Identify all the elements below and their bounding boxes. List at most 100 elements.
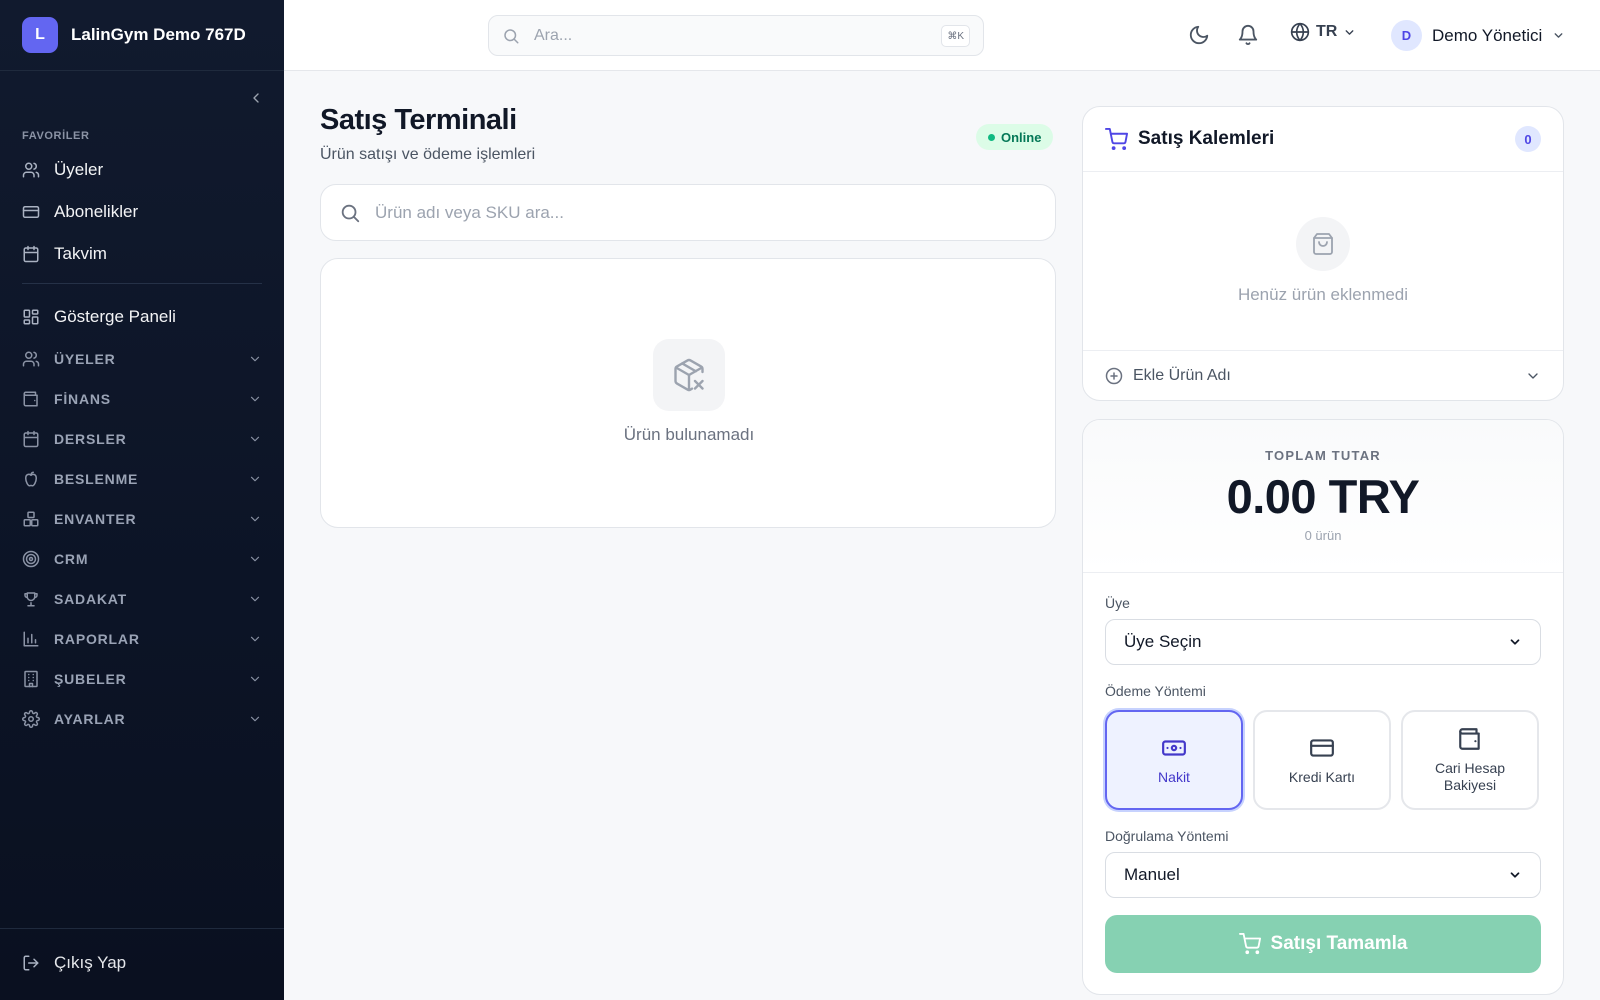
member-select-value: Üye Seçin: [1124, 632, 1202, 651]
global-search-input[interactable]: [534, 26, 924, 45]
sidebar-section-reports[interactable]: RAPORLAR: [22, 625, 262, 653]
wallet-icon: [23, 391, 38, 407]
sidebar-item-label: Abonelikler: [54, 202, 139, 221]
payment-card-button[interactable]: Kredi Kartı: [1253, 710, 1391, 810]
status-badge: Online: [976, 124, 1054, 150]
chevron-down-icon: [250, 556, 260, 562]
sidebar-section-finance[interactable]: FİNANS: [22, 385, 262, 413]
total-summary: TOPLAM TUTAR 0.00 TRY 0 ürün: [1083, 420, 1563, 573]
user-name: Demo Yönetici: [1432, 25, 1543, 45]
product-grid: Ürün bulunamadı: [320, 258, 1056, 528]
building-icon: [24, 670, 38, 688]
cart-count-badge: 0: [1515, 126, 1541, 152]
credit-card-icon: [1310, 738, 1334, 757]
sidebar-item-subscriptions[interactable]: Abonelikler: [22, 197, 262, 227]
add-custom-item-toggle[interactable]: Ekle Ürün Adı: [1083, 350, 1563, 400]
chevron-down-icon: [250, 516, 260, 522]
moon-icon: [1189, 25, 1209, 45]
sidebar-section-crm[interactable]: CRM: [22, 545, 262, 573]
sidebar-section-label: BESLENME: [54, 471, 139, 487]
users-icon: [22, 351, 40, 367]
cart-panel: Satış Kalemleri 0 Henüz ürün eklenmedi E…: [1082, 106, 1564, 401]
sidebar-section-loyalty[interactable]: SADAKAT: [22, 585, 262, 613]
add-custom-item-label: Ekle Ürün Adı: [1133, 366, 1231, 384]
chevron-down-icon: [1510, 639, 1520, 645]
sidebar-item-label: Üyeler: [54, 160, 104, 179]
logout-label: Çıkış Yap: [54, 953, 127, 972]
payment-method-label-text: Nakit: [1158, 768, 1190, 785]
shopping-cart-icon: [1238, 933, 1261, 955]
sidebar-section-settings[interactable]: AYARLAR: [22, 705, 262, 733]
chevron-down-icon: [1345, 29, 1354, 35]
gear-icon: [22, 710, 40, 728]
payment-method-label-text: Cari Hesap Bakiyesi: [1434, 760, 1506, 793]
cart-empty-illustration: [1296, 217, 1350, 271]
complete-sale-label: Satışı Tamamla: [1270, 933, 1408, 954]
notifications-button[interactable]: [1237, 24, 1259, 46]
brand[interactable]: L LalinGym Demo 767D: [0, 0, 284, 71]
total-item-count: 0 ürün: [1304, 528, 1342, 543]
complete-sale-button[interactable]: Satışı Tamamla: [1105, 915, 1541, 973]
chevron-down-icon: [250, 436, 260, 442]
sidebar-section-label: RAPORLAR: [54, 631, 140, 647]
sidebar: L LalinGym Demo 767D FAVORİLER Üyeler Ab…: [0, 0, 284, 1000]
package-x-icon: [674, 358, 704, 392]
global-search[interactable]: ⌘K: [488, 15, 984, 56]
member-select[interactable]: Üye Seçin: [1105, 619, 1541, 665]
payment-cash-button[interactable]: Nakit: [1105, 710, 1243, 810]
sidebar-section-label: DERSLER: [54, 431, 127, 447]
sidebar-section-label: ENVANTER: [54, 511, 137, 527]
sidebar-divider: [22, 283, 262, 284]
chevron-down-icon: [250, 716, 260, 722]
brand-name: LalinGym Demo 767D: [71, 25, 246, 44]
sidebar-section-members[interactable]: ÜYELER: [22, 345, 262, 373]
user-menu[interactable]: D Demo Yönetici: [1391, 20, 1565, 51]
sidebar-section-label: SADAKAT: [54, 591, 128, 607]
globe-icon: [1290, 22, 1310, 42]
sidebar-section-label: CRM: [54, 551, 89, 567]
total-amount: 0.00 TRY: [1226, 470, 1420, 523]
collapse-sidebar-button[interactable]: [244, 86, 268, 110]
shopping-bag-icon: [1313, 233, 1333, 255]
brand-logo: L: [22, 17, 58, 53]
logout-button[interactable]: Çıkış Yap: [22, 953, 126, 973]
sidebar-section-label: FİNANS: [54, 391, 111, 407]
cart-empty-text: Henüz ürün eklenmedi: [1237, 285, 1409, 304]
sidebar-item-members[interactable]: Üyeler: [22, 155, 262, 185]
theme-toggle-button[interactable]: [1188, 24, 1210, 46]
calendar-icon: [23, 430, 39, 448]
search-icon: [504, 28, 519, 43]
logout-icon: [23, 955, 39, 971]
chevron-down-icon: [1528, 372, 1538, 379]
chevron-down-icon: [250, 636, 260, 642]
sidebar-item-calendar[interactable]: Takvim: [22, 239, 262, 269]
payment-method-label: Ödeme Yöntemi: [1105, 683, 1206, 699]
product-search[interactable]: [320, 184, 1056, 241]
calendar-icon: [23, 245, 39, 263]
sidebar-section-nutrition[interactable]: BESLENME: [22, 465, 262, 493]
dashboard-grid-icon: [23, 309, 39, 325]
cart-title: Satış Kalemleri: [1138, 128, 1275, 149]
chevron-down-icon: [250, 676, 260, 682]
payment-account-balance-button[interactable]: Cari Hesap Bakiyesi: [1401, 710, 1539, 810]
sidebar-section-classes[interactable]: DERSLER: [22, 425, 262, 453]
apple-icon: [25, 471, 37, 487]
status-dot: [988, 133, 995, 141]
credit-card-icon: [22, 206, 40, 218]
verification-method-label: Doğrulama Yöntemi: [1105, 828, 1229, 844]
verification-method-select[interactable]: Manuel: [1105, 852, 1541, 898]
sidebar-item-dashboard[interactable]: Gösterge Paneli: [22, 302, 262, 332]
total-label: TOPLAM TUTAR: [1265, 448, 1381, 463]
sidebar-section-label: AYARLAR: [54, 711, 126, 727]
product-search-input[interactable]: [375, 202, 1015, 223]
wallet-icon: [1459, 728, 1480, 750]
payment-method-label-text: Kredi Kartı: [1288, 768, 1356, 785]
avatar: D: [1391, 20, 1422, 51]
sidebar-section-branches[interactable]: ŞUBELER: [22, 665, 262, 693]
checkout-panel: TOPLAM TUTAR 0.00 TRY 0 ürün Üye Üye Seç…: [1082, 419, 1564, 995]
bell-icon: [1238, 25, 1258, 46]
sidebar-section-inventory[interactable]: ENVANTER: [22, 505, 262, 533]
sidebar-item-label: Gösterge Paneli: [54, 307, 176, 326]
language-selector[interactable]: TR: [1290, 22, 1356, 42]
sidebar-section-label: ÜYELER: [54, 351, 116, 367]
